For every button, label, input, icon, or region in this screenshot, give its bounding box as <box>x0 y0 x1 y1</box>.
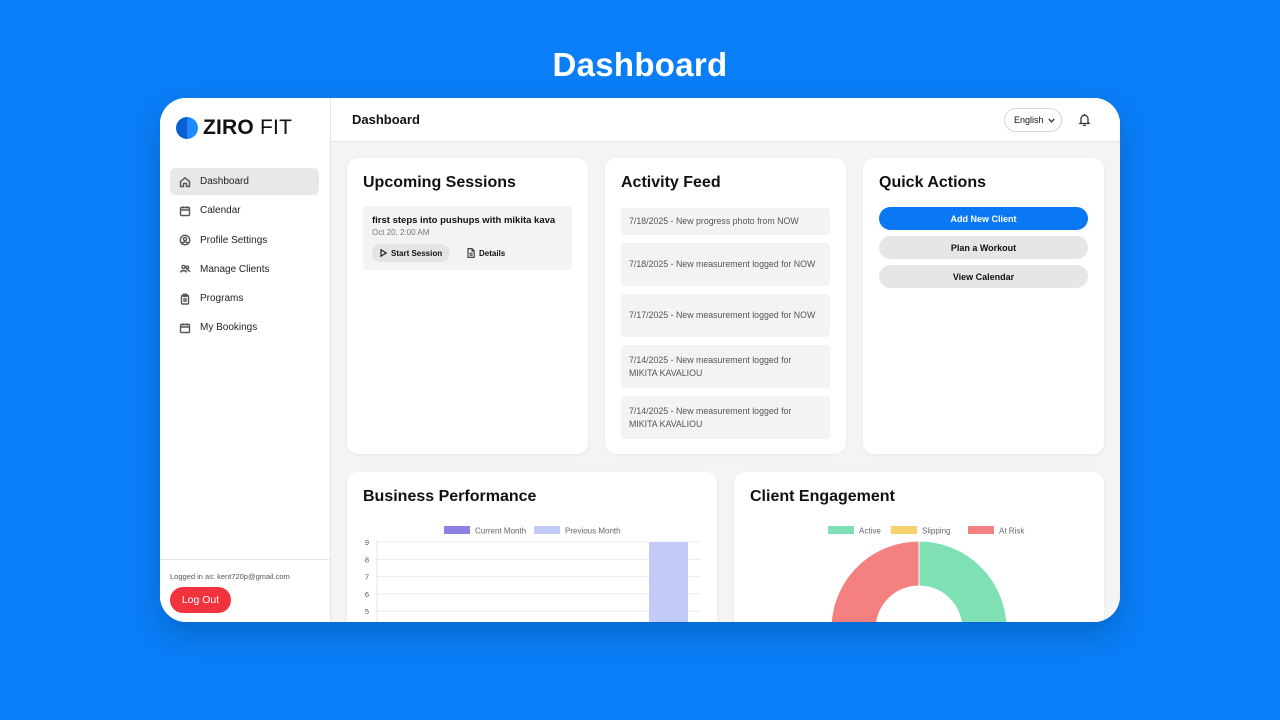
logo-mark-icon <box>176 117 198 139</box>
main-content: Dashboard English Upcoming Sessions firs… <box>331 98 1120 622</box>
logo[interactable]: ZIRO FIT <box>176 116 292 140</box>
legend-swatch <box>828 526 854 534</box>
start-session-label: Start Session <box>391 248 443 258</box>
sidebar-item-label: Profile Settings <box>200 234 268 246</box>
sidebar-item-dashboard[interactable]: Dashboard <box>170 168 319 195</box>
sidebar-item-label: Calendar <box>200 205 241 217</box>
business-performance-chart: Current Month Previous Month 9 8 7 6 5 <box>365 526 701 622</box>
details-button[interactable]: Details <box>467 244 505 262</box>
bar-previous-month <box>649 542 688 622</box>
user-circle-icon <box>179 234 191 246</box>
plan-workout-button[interactable]: Plan a Workout <box>879 236 1088 259</box>
topbar: Dashboard English <box>331 98 1120 142</box>
legend-swatch <box>968 526 994 534</box>
start-session-button[interactable]: Start Session <box>372 244 451 262</box>
view-calendar-button[interactable]: View Calendar <box>879 265 1088 288</box>
sidebar-item-label: My Bookings <box>200 322 258 334</box>
sidebar: ZIRO FIT Dashboard Calendar Profile Sett… <box>160 98 331 622</box>
calendar-icon <box>179 323 191 334</box>
sidebar-item-calendar[interactable]: Calendar <box>170 197 319 224</box>
y-tick-label: 5 <box>365 607 369 616</box>
y-tick-label: 7 <box>365 573 369 582</box>
language-select[interactable]: English <box>1004 108 1062 132</box>
activity-item[interactable]: 7/14/2025 - New measurement logged for M… <box>621 345 830 388</box>
upcoming-sessions-card: Upcoming Sessions first steps into pushu… <box>347 158 588 454</box>
sidebar-item-programs[interactable]: Programs <box>170 285 319 312</box>
session-item[interactable]: first steps into pushups with mikita kav… <box>363 206 572 270</box>
add-new-client-button[interactable]: Add New Client <box>879 207 1088 230</box>
page-title: Dashboard <box>352 112 420 127</box>
client-engagement-card: Client Engagement Active Slipping At Risk <box>734 472 1104 622</box>
app-window: ZIRO FIT Dashboard Calendar Profile Sett… <box>160 98 1120 622</box>
legend-swatch <box>891 526 917 534</box>
y-tick-label: 9 <box>365 538 369 547</box>
legend-label: Active <box>859 527 881 536</box>
donut-slice <box>830 540 920 622</box>
legend-label: Slipping <box>922 527 950 536</box>
legend-swatch <box>534 526 560 534</box>
session-date: Oct 20, 2:00 AM <box>372 228 430 237</box>
document-icon <box>467 248 475 258</box>
y-tick-label: 8 <box>365 555 369 564</box>
hero-title: Dashboard <box>552 46 728 83</box>
activity-item[interactable]: 7/14/2025 - New measurement logged for M… <box>621 396 830 439</box>
upcoming-sessions-title: Upcoming Sessions <box>363 174 516 191</box>
calendar-icon <box>179 205 191 216</box>
legend-swatch <box>444 526 470 534</box>
business-performance-card: Business Performance Current Month Previo… <box>347 472 717 622</box>
clipboard-icon <box>180 293 190 305</box>
quick-actions-title: Quick Actions <box>879 174 986 191</box>
legend-label: At Risk <box>999 527 1025 536</box>
sidebar-footer: Logged in as: kent720p@gmail.com Log Out <box>160 559 331 622</box>
y-tick-label: 6 <box>365 590 369 599</box>
legend-label: Current Month <box>475 527 526 536</box>
activity-item[interactable]: 7/18/2025 - New progress photo from NOW <box>621 208 830 235</box>
quick-actions-card: Quick Actions Add New Client Plan a Work… <box>863 158 1104 454</box>
donut-slice <box>918 540 1008 622</box>
sidebar-item-manage-clients[interactable]: Manage Clients <box>170 256 319 283</box>
activity-item[interactable]: 7/17/2025 - New measurement logged for N… <box>621 294 830 337</box>
activity-item[interactable]: 7/18/2025 - New measurement logged for N… <box>621 243 830 286</box>
sidebar-item-profile-settings[interactable]: Profile Settings <box>170 227 319 254</box>
sidebar-item-label: Manage Clients <box>200 263 270 275</box>
activity-feed-title: Activity Feed <box>621 174 721 191</box>
play-icon <box>380 249 387 257</box>
logout-button[interactable]: Log Out <box>170 587 231 613</box>
sidebar-item-my-bookings[interactable]: My Bookings <box>170 314 319 341</box>
chevron-down-icon <box>1048 118 1055 123</box>
logged-in-text: Logged in as: kent720p@gmail.com <box>170 572 290 581</box>
bell-icon <box>1078 114 1091 127</box>
sidebar-item-label: Programs <box>200 293 244 305</box>
notifications-button[interactable] <box>1077 112 1092 127</box>
details-label: Details <box>479 248 506 258</box>
session-title: first steps into pushups with mikita kav… <box>372 215 556 226</box>
sidebar-nav: Dashboard Calendar Profile Settings Mana… <box>170 168 319 344</box>
sidebar-item-label: Dashboard <box>200 176 249 187</box>
client-engagement-chart: Active Slipping At Risk <box>828 526 1025 622</box>
activity-feed-card: Activity Feed 7/18/2025 - New progress p… <box>605 158 846 454</box>
language-value: English <box>1014 115 1044 125</box>
users-icon <box>179 265 191 274</box>
legend-label: Previous Month <box>565 527 621 536</box>
activity-list: 7/18/2025 - New progress photo from NOW … <box>621 208 830 447</box>
logo-text: ZIRO FIT <box>203 116 293 139</box>
home-icon <box>179 176 191 187</box>
